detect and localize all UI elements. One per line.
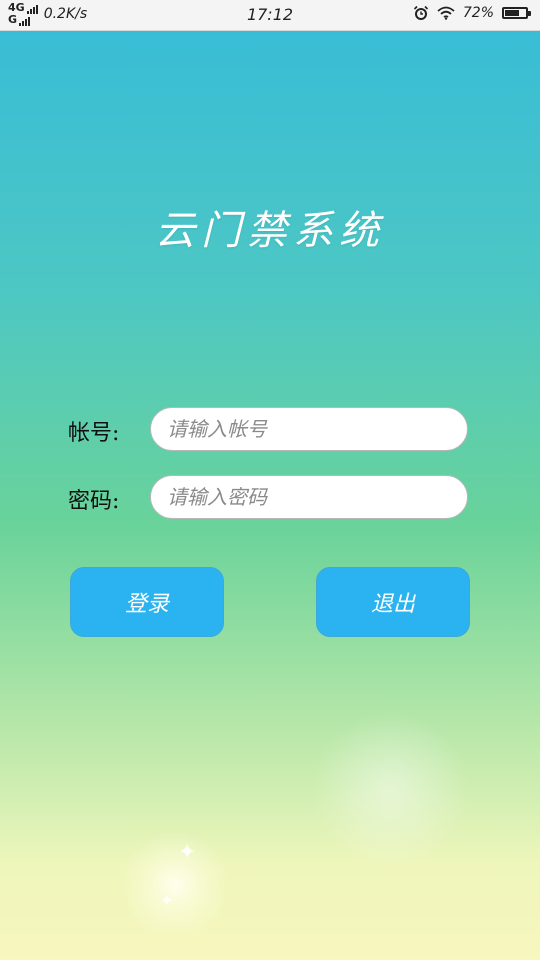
login-button[interactable]: 登录: [70, 567, 224, 637]
status-right: 72%: [413, 5, 531, 21]
battery-percent: 72%: [462, 5, 494, 21]
alarm-icon: [413, 5, 428, 20]
app-screen: ✦ ✦ 4G G 0.2K/s 17:12 72% 云门禁系统 帐号: 请输入帐…: [0, 0, 540, 960]
password-label: 密码:: [68, 489, 120, 514]
account-row: 帐号:: [68, 407, 472, 453]
account-input[interactable]: [150, 407, 468, 451]
sparkle-icon: ✦: [178, 840, 197, 865]
exit-button[interactable]: 退出: [316, 567, 470, 637]
wifi-icon: [437, 6, 455, 20]
password-row: 密码:: [68, 475, 472, 521]
password-input[interactable]: [150, 475, 468, 519]
sparkle-icon: ✦: [160, 891, 174, 910]
app-title: 云门禁系统: [155, 208, 385, 254]
battery-icon: [502, 7, 531, 19]
status-bar: 4G G 0.2K/s 17:12 72%: [0, 0, 540, 31]
account-label: 帐号:: [68, 421, 120, 446]
background-glow: [120, 830, 230, 940]
background-glow: [310, 710, 470, 870]
